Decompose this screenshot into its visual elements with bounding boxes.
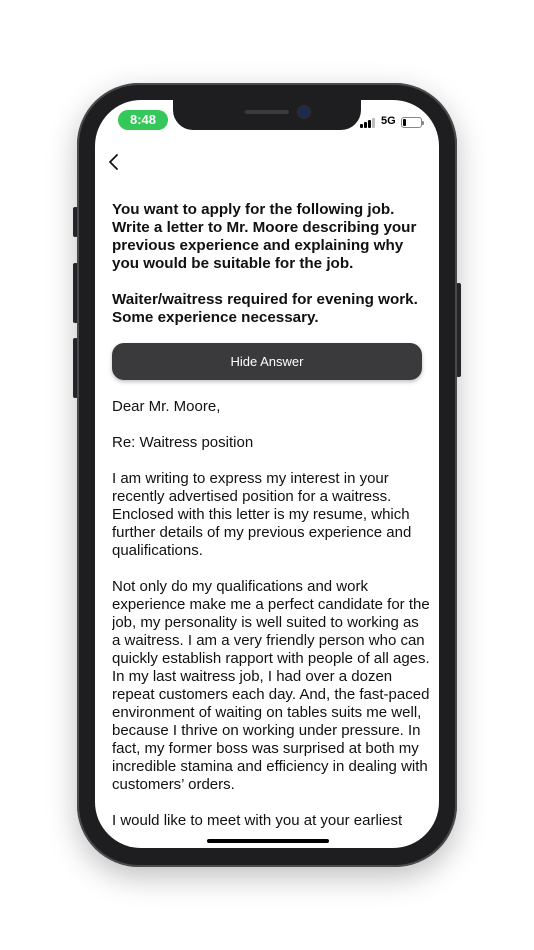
signal-icon — [360, 117, 376, 128]
question-prompt: You want to apply for the following job.… — [112, 201, 427, 345]
answer-paragraph: I would like to meet with you at your ea… — [112, 812, 403, 829]
answer-paragraph: Not only do my qualifications and work e… — [112, 578, 430, 793]
notch — [173, 100, 361, 130]
task-text: You want to apply for the following job.… — [112, 201, 417, 272]
front-camera — [299, 107, 309, 117]
subject-line: Re: Waitress position — [112, 434, 254, 451]
speaker-grille — [245, 110, 289, 114]
answer-scroll-area[interactable]: Dear Mr. Moore, Re: Waitress position I … — [112, 398, 430, 846]
answer-letter: Dear Mr. Moore, Re: Waitress position I … — [112, 398, 430, 830]
status-time: 8:48 — [118, 110, 168, 130]
salutation: Dear Mr. Moore, — [112, 398, 221, 415]
job-ad-text: Waiter/waitress required for evening wor… — [112, 291, 418, 326]
network-label: 5G — [381, 115, 396, 127]
battery-level — [403, 119, 406, 126]
chevron-left-icon[interactable] — [104, 150, 124, 174]
hide-answer-button[interactable]: Hide Answer — [112, 343, 422, 380]
home-indicator[interactable] — [207, 839, 329, 843]
battery-icon — [401, 117, 424, 128]
answer-paragraph: I am writing to express my interest in y… — [112, 470, 412, 559]
